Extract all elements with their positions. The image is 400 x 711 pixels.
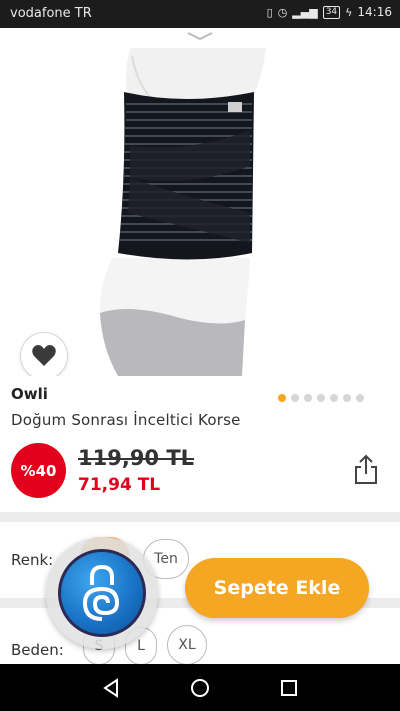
pagination-dot[interactable] bbox=[317, 394, 325, 402]
home-icon[interactable] bbox=[190, 678, 210, 698]
product-image[interactable] bbox=[0, 28, 400, 376]
size-label: Beden: bbox=[11, 641, 64, 659]
charging-icon: ϟ bbox=[345, 5, 353, 19]
status-icons: ▯ ◷ ▂▄▆ 34 ϟ 14:16 bbox=[267, 5, 392, 19]
back-icon[interactable] bbox=[101, 678, 121, 698]
battery-level: 34 bbox=[322, 5, 341, 19]
clock: 14:16 bbox=[357, 5, 392, 19]
section-divider bbox=[0, 512, 400, 522]
system-navigation-bar bbox=[0, 664, 400, 711]
product-page: vodafone TR ▯ ◷ ▂▄▆ 34 ϟ 14:16 Owli Doğu… bbox=[0, 0, 400, 711]
heart-icon bbox=[32, 345, 56, 366]
product-brand[interactable]: Owli bbox=[11, 385, 48, 403]
new-price: 71,94 TL bbox=[78, 475, 161, 495]
pagination-dot[interactable] bbox=[356, 394, 364, 402]
assistant-floating-button[interactable] bbox=[46, 537, 158, 649]
old-price: 119,90 TL bbox=[78, 446, 195, 470]
image-pagination bbox=[278, 394, 364, 402]
pagination-dot[interactable] bbox=[330, 394, 338, 402]
signal-icon: ▂▄▆ bbox=[292, 5, 318, 19]
share-icon[interactable] bbox=[352, 454, 380, 486]
pagination-dot[interactable] bbox=[278, 394, 286, 402]
pagination-dot[interactable] bbox=[304, 394, 312, 402]
add-to-cart-button[interactable]: Sepete Ekle bbox=[185, 558, 369, 618]
discount-badge: %40 bbox=[11, 443, 66, 498]
color-label: Renk: bbox=[11, 551, 54, 569]
size-option-xl[interactable]: XL bbox=[167, 625, 207, 665]
pagination-dot[interactable] bbox=[343, 394, 351, 402]
alarm-icon: ◷ bbox=[277, 5, 288, 19]
lock-spiral-icon bbox=[82, 564, 120, 621]
assistant-logo-icon bbox=[58, 549, 146, 637]
carrier-name: vodafone TR bbox=[10, 6, 92, 21]
corset-product-photo bbox=[99, 48, 266, 376]
product-title: Doğum Sonrası İnceltici Korse bbox=[11, 411, 241, 429]
status-bar: vodafone TR ▯ ◷ ▂▄▆ 34 ϟ 14:16 bbox=[0, 0, 400, 28]
favorite-button[interactable] bbox=[20, 332, 68, 376]
recents-icon[interactable] bbox=[279, 678, 299, 698]
vibrate-icon: ▯ bbox=[266, 5, 273, 19]
pagination-dot[interactable] bbox=[291, 394, 299, 402]
